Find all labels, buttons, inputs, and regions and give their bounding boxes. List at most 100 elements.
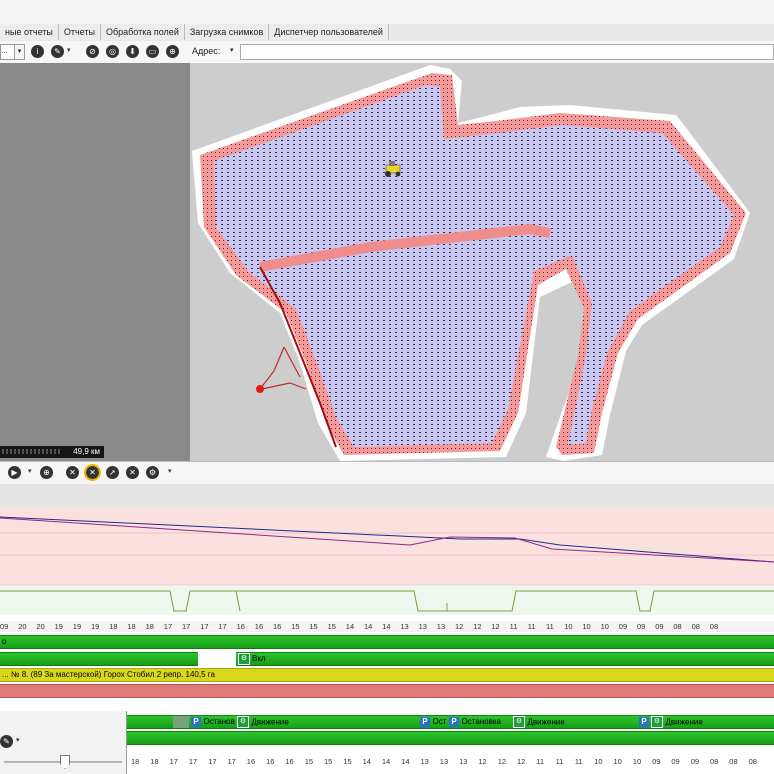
time-tick-label: 08 [748, 757, 757, 766]
field-map [192, 65, 750, 461]
event-5-label: Движение [527, 717, 565, 727]
cancel-active-icon[interactable]: ✕ [84, 464, 101, 481]
time-tick-label: 13 [420, 757, 429, 766]
time-tick-label: 17 [208, 757, 217, 766]
movement-icon: ⚙ [237, 716, 249, 728]
settings-dropdown-icon[interactable]: ▾ [168, 467, 172, 475]
chart-upper-area [0, 507, 774, 585]
time-tick-label: 13 [439, 757, 449, 766]
address-input[interactable] [240, 44, 774, 60]
time-tick-label: 16 [285, 757, 294, 766]
time-tick-label: 17 [182, 622, 191, 631]
event-4-label: Остановка [461, 717, 502, 726]
time-tick-label: 09 [655, 622, 664, 631]
tab-user-manager[interactable]: Диспетчер пользователей [269, 24, 389, 40]
movement-icon: ⚙ [513, 716, 525, 728]
vehicle-icon[interactable]: ▭ [146, 45, 159, 58]
event-1[interactable]: P Останов [191, 716, 235, 727]
zoom-slider-handle[interactable] [60, 755, 70, 769]
time-tick-label: 20 [36, 622, 45, 631]
tab-reports-partial[interactable]: ные отчеты [0, 24, 59, 40]
map-left-panel [0, 63, 190, 461]
event-7[interactable]: ⚙ Движение [651, 716, 703, 728]
lane-3-bar[interactable]: ... № 8. (89 За мастерской) Горох Стобил… [0, 668, 774, 682]
tab-image-upload[interactable]: Загрузка снимков [184, 24, 270, 40]
time-tick-label: 17 [163, 622, 173, 631]
wrench-dropdown-icon[interactable]: ▾ [67, 46, 71, 54]
bottom-left-panel: ✎ ▾ [0, 711, 127, 774]
time-tick-label: 18 [127, 622, 136, 631]
layer-icon[interactable]: ⊘ [86, 45, 99, 58]
combo-value: ... [1, 46, 8, 55]
time-tick-label: 15 [304, 757, 314, 766]
lane-2-bar-left[interactable] [0, 652, 198, 666]
time-tick-label: 14 [401, 757, 410, 766]
combo-dropdown-button[interactable]: ▾ [14, 44, 25, 60]
time-tick-label: 15 [291, 622, 300, 631]
time-tick-label: 14 [345, 622, 355, 631]
info-icon[interactable]: i [31, 45, 44, 58]
time-tick-label: 12 [491, 622, 500, 631]
time-tick-label: 16 [246, 757, 256, 766]
time-tick-label: 11 [527, 622, 536, 631]
events-bar[interactable]: P Останов ⚙ Движение P Ост P Остановка ⚙… [127, 715, 774, 729]
time-tick-label: 17 [169, 757, 178, 766]
map-canvas[interactable] [190, 63, 774, 461]
address-label: Адрес: [192, 46, 221, 56]
start-marker-icon[interactable] [256, 385, 264, 393]
event-5[interactable]: ⚙ Движение [513, 716, 565, 728]
time-tick-label: 19 [72, 622, 82, 631]
time-tick-label: 09 [637, 622, 646, 631]
address-dropdown-icon[interactable]: ▾ [230, 46, 234, 54]
time-tick-label: 10 [564, 622, 573, 631]
tab-field-processing[interactable]: Обработка полей [100, 24, 185, 40]
time-tick-label: 15 [309, 622, 318, 631]
measure-icon[interactable]: ✕ [126, 466, 139, 479]
gps-icon[interactable]: ◎ [106, 45, 119, 58]
lane-4-bar[interactable] [0, 684, 774, 698]
wrench-icon[interactable]: ✎ [51, 45, 64, 58]
compass-icon[interactable]: ➚ [106, 466, 119, 479]
play-icon[interactable]: ▶ [8, 466, 21, 479]
time-tick-label: 14 [364, 622, 373, 631]
time-tick-label: 14 [362, 757, 371, 766]
event-4[interactable]: P Остановка [449, 716, 501, 727]
time-tick-label: 08 [710, 757, 719, 766]
time-tick-label: 10 [594, 757, 603, 766]
settings-icon[interactable]: ⚙ [146, 466, 159, 479]
event-6[interactable]: P [639, 716, 649, 727]
parking-icon: P [449, 716, 459, 727]
bottom-bar-2[interactable] [127, 731, 774, 745]
event-3[interactable]: P Ост [420, 716, 446, 727]
time-tick-label: 08 [691, 622, 700, 631]
time-tick-label: 11 [509, 622, 518, 631]
event-2[interactable]: ⚙ Движение [237, 716, 289, 728]
time-tick-label: 18 [131, 757, 140, 766]
time-tick-label: 08 [709, 622, 719, 631]
tab-reports[interactable]: Отчеты [58, 24, 101, 40]
time-tick-label: 13 [418, 622, 427, 631]
download-icon[interactable]: ⬇ [126, 45, 139, 58]
lane-2-bar-right[interactable]: ⚙ Вкл [236, 652, 774, 666]
play-dropdown-icon[interactable]: ▾ [28, 467, 32, 475]
time-axis-top: 09 20 20 19 19 19 18 18 18 17 17 17 17 16 16 16 15 15 15 14… [0, 621, 774, 631]
time-tick-label: 10 [613, 757, 622, 766]
window-top-strip [0, 0, 774, 25]
time-tick-label: 19 [91, 622, 100, 631]
globe-icon[interactable]: ⊕ [40, 466, 53, 479]
track-subbar [0, 484, 774, 508]
wrench-dropdown-icon[interactable]: ▾ [16, 736, 20, 744]
time-tick-label: 20 [18, 622, 27, 631]
globe-icon[interactable]: ⊕ [166, 45, 179, 58]
time-tick-label: 11 [574, 757, 583, 766]
speed-chart [0, 507, 774, 631]
lane-1-bar[interactable]: о [0, 635, 774, 649]
time-tick-label: 09 [690, 757, 700, 766]
time-tick-label: 13 [459, 757, 468, 766]
time-tick-label: 11 [536, 757, 545, 766]
time-tick-label: 17 [200, 622, 209, 631]
time-tick-label: 12 [473, 622, 482, 631]
time-tick-label: 16 [254, 622, 264, 631]
cancel-icon[interactable]: ✕ [66, 466, 79, 479]
wrench-icon[interactable]: ✎ [0, 735, 13, 748]
